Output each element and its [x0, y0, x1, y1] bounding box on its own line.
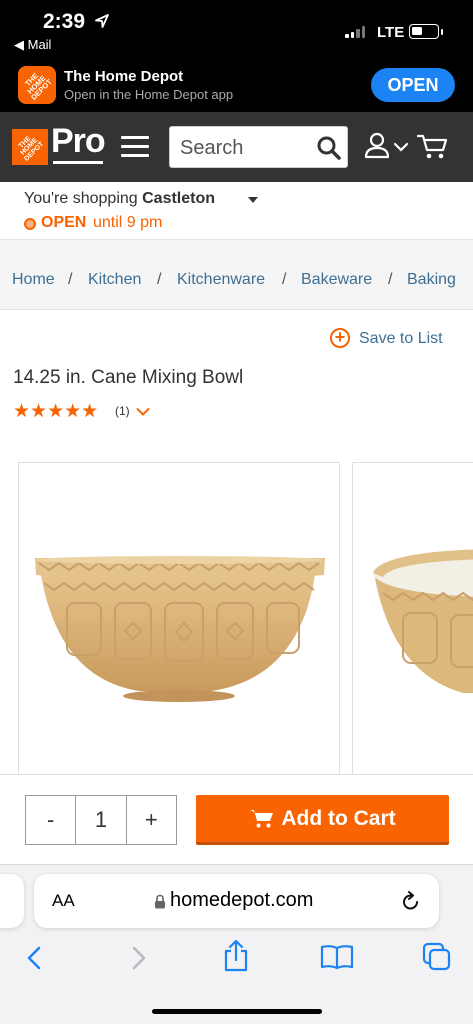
app-banner: THE HOME DEPOT The Home Depot Open in th…	[0, 58, 473, 112]
product-image-card[interactable]	[18, 462, 340, 792]
home-depot-logo[interactable]: THE HOME DEPOT	[12, 129, 48, 165]
breadcrumb-separator: /	[157, 271, 162, 288]
home-indicator[interactable]	[152, 1009, 322, 1014]
save-to-list-icon[interactable]: +	[330, 328, 350, 348]
search-box	[169, 126, 348, 168]
store-hours: until 9 pm	[93, 214, 163, 231]
battery-icon	[409, 24, 439, 39]
pro-underline	[53, 161, 103, 164]
app-subtitle: Open in the Home Depot app	[64, 87, 234, 102]
network-type: LTE	[377, 24, 405, 41]
breadcrumb-baking[interactable]: Baking	[407, 271, 456, 289]
caret-down-icon[interactable]	[247, 196, 259, 204]
store-line: You're shopping Castleton	[24, 190, 215, 208]
address-bar[interactable]: AA homedepot.com	[34, 874, 439, 928]
breadcrumb-home[interactable]: Home	[12, 271, 55, 289]
share-icon[interactable]	[222, 939, 250, 973]
logo-text: THE HOME DEPOT	[17, 134, 45, 162]
account-icon[interactable]	[364, 132, 412, 160]
home-depot-app-logo: THE HOME DEPOT	[18, 66, 56, 104]
app-name: The Home Depot	[64, 68, 184, 85]
store-prefix: You're shopping	[24, 190, 138, 207]
pro-label: Pro	[51, 122, 106, 160]
search-icon[interactable]	[316, 135, 342, 161]
app-logo-text: THE HOME DEPOT	[23, 71, 54, 102]
site-header: THE HOME DEPOT Pro	[0, 112, 473, 182]
open-status-dot	[24, 218, 36, 230]
back-to-mail-link[interactable]: ◀ Mail	[14, 37, 51, 53]
search-input[interactable]	[180, 135, 310, 161]
store-open-status: OPEN	[41, 214, 87, 231]
breadcrumb-bakeware[interactable]: Bakeware	[301, 271, 372, 289]
cart-icon	[250, 810, 274, 828]
product-title: 14.25 in. Cane Mixing Bowl	[13, 367, 244, 388]
store-selector[interactable]: You're shopping Castleton OPEN until 9 p…	[0, 182, 473, 240]
lock-icon	[155, 894, 165, 909]
breadcrumb-separator: /	[282, 271, 287, 288]
back-icon[interactable]	[24, 945, 46, 971]
mixing-bowl-image	[35, 556, 325, 702]
open-in-app-button[interactable]: OPEN	[371, 68, 455, 102]
forward-icon[interactable]	[127, 945, 149, 971]
rating-stars[interactable]: ★★★★★	[13, 400, 98, 423]
add-to-cart-label: Add to Cart	[281, 807, 396, 830]
buy-bar: - 1 + Add to Cart	[0, 774, 473, 864]
signal-icon	[345, 26, 371, 38]
chevron-down-icon[interactable]	[136, 407, 150, 417]
reader-options-button[interactable]: AA	[52, 891, 75, 911]
browser-toolbar: AA homedepot.com	[0, 864, 473, 1024]
reload-icon[interactable]	[400, 891, 422, 913]
increase-quantity-button[interactable]: +	[127, 796, 176, 844]
bookmarks-icon[interactable]	[320, 943, 354, 971]
status-bar: 2:39 ◀ Mail LTE	[0, 0, 473, 58]
product-image-card-next[interactable]	[352, 462, 473, 792]
add-to-cart-button[interactable]: Add to Cart	[196, 795, 449, 845]
breadcrumb-separator: /	[388, 271, 393, 288]
quantity-input[interactable]: 1	[75, 796, 127, 844]
quantity-stepper: - 1 +	[25, 795, 177, 845]
status-time: 2:39	[43, 10, 86, 33]
url-text[interactable]: homedepot.com	[170, 889, 313, 912]
decrease-quantity-button[interactable]: -	[26, 796, 75, 844]
breadcrumb-separator: /	[68, 271, 73, 288]
cart-icon[interactable]	[417, 132, 449, 162]
mixing-bowl-image-2	[373, 549, 473, 693]
breadcrumb-kitchen[interactable]: Kitchen	[88, 271, 141, 289]
previous-tab-pill[interactable]	[0, 874, 24, 928]
store-name[interactable]: Castleton	[142, 190, 215, 207]
location-arrow-icon	[95, 14, 109, 28]
breadcrumb: Home / Kitchen / Kitchenware / Bakeware …	[0, 240, 473, 310]
tabs-icon[interactable]	[422, 942, 452, 972]
review-count[interactable]: (1)	[115, 404, 130, 418]
breadcrumb-kitchenware[interactable]: Kitchenware	[177, 271, 265, 289]
battery-tip	[441, 29, 443, 35]
save-to-list-link[interactable]: Save to List	[359, 330, 443, 348]
